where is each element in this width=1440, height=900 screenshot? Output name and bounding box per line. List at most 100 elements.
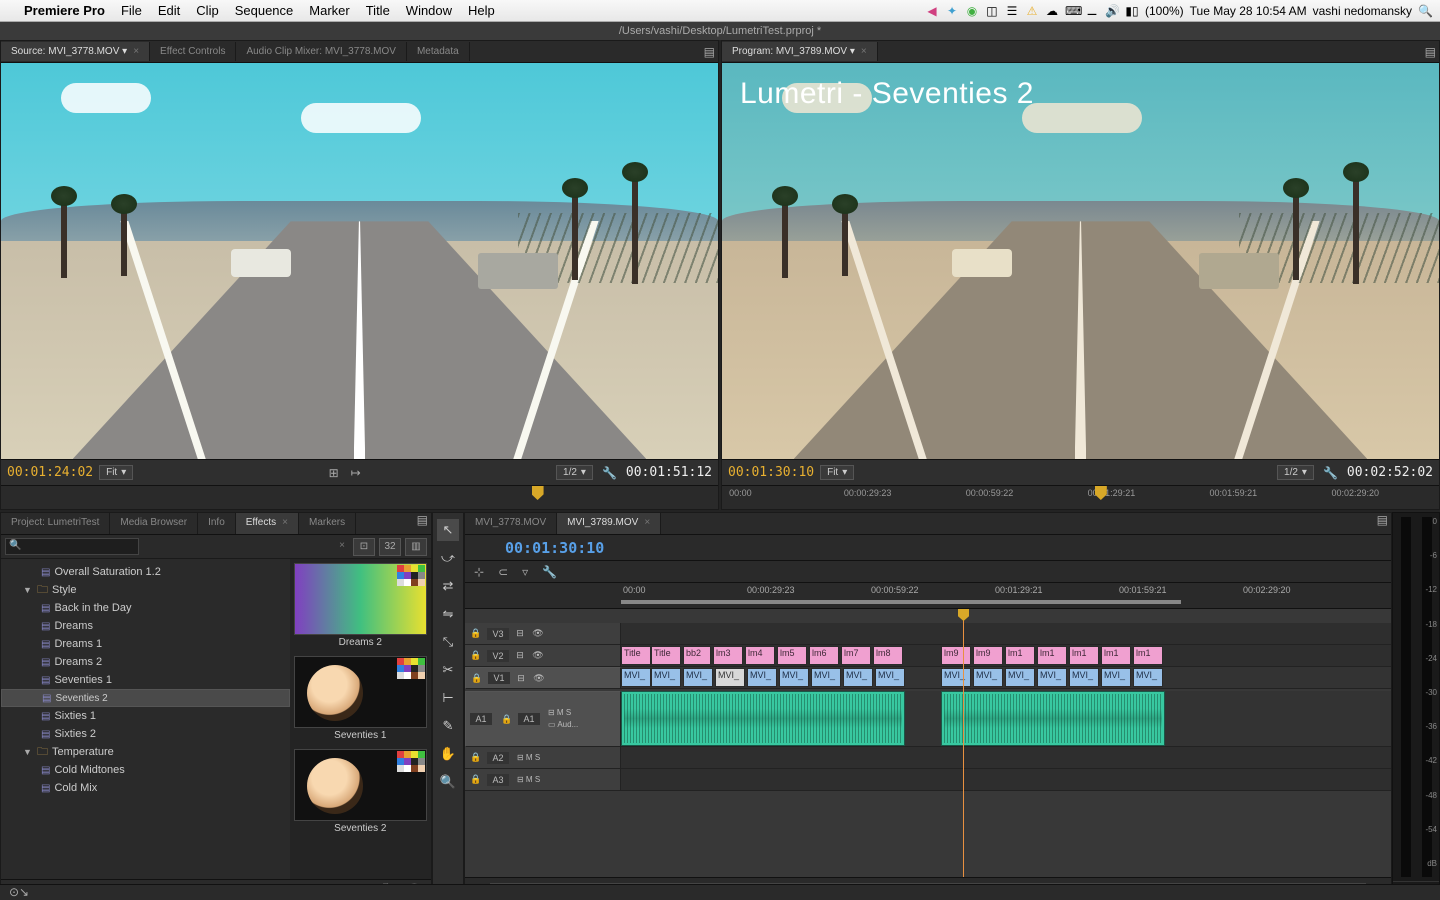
menuextra-icon[interactable]: ☰ — [1005, 4, 1019, 18]
wifi-icon[interactable]: ⚊ — [1085, 4, 1099, 18]
video-clip[interactable]: MVI_ — [651, 668, 681, 687]
video-clip[interactable]: Title — [651, 646, 681, 665]
track-name[interactable]: A1 — [518, 713, 540, 725]
marker-icon[interactable]: ▿ — [519, 565, 531, 579]
video-clip[interactable]: MVI_ — [875, 668, 905, 687]
preset-row[interactable]: ▤Cold Midtones — [1, 761, 290, 779]
user-menu[interactable]: vashi nedomansky — [1313, 4, 1412, 18]
preset-row[interactable]: ▤Overall Saturation 1.2 — [1, 563, 290, 581]
track-lane[interactable] — [621, 623, 1391, 645]
eye-icon[interactable]: 👁 — [531, 628, 545, 639]
snap-icon[interactable]: ⊹ — [471, 565, 487, 579]
zoom-select[interactable]: Fit▾ — [820, 465, 854, 480]
sync-lock-icon[interactable]: ⊟ — [514, 673, 528, 684]
video-clip[interactable]: lm4 — [745, 646, 775, 665]
pen-tool[interactable]: ✎ — [437, 715, 459, 737]
track-header[interactable]: 🔒A2⊟ M S — [465, 747, 621, 769]
menuextra-icon[interactable]: ✦ — [945, 4, 959, 18]
panel-menu-icon[interactable]: ▤ — [701, 45, 718, 59]
video-clip[interactable]: MVI_ — [1101, 668, 1131, 687]
track-lane[interactable]: MVI_MVI_MVI_MVI_MVI_MVI_MVI_MVI_MVI_MVI_… — [621, 667, 1391, 689]
disclosure-icon[interactable]: ▼ — [23, 747, 33, 757]
video-clip[interactable]: lm7 — [841, 646, 871, 665]
video-clip[interactable]: lm1 — [1037, 646, 1067, 665]
preset-preview[interactable]: Seventies 2 — [294, 749, 427, 836]
playhead[interactable] — [963, 609, 964, 877]
track-name[interactable]: V3 — [487, 628, 509, 640]
tab-effect-controls[interactable]: Effect Controls — [150, 42, 236, 61]
track-lane[interactable] — [621, 691, 1391, 747]
video-clip[interactable]: lm3 — [713, 646, 743, 665]
video-clip[interactable]: MVI_ — [1037, 668, 1067, 687]
tab-source[interactable]: Source: MVI_3778.MOV ▾× — [1, 42, 150, 61]
clear-icon[interactable]: × — [339, 540, 345, 551]
track-header[interactable]: 🔒V1⊟👁 — [465, 667, 621, 689]
lock-icon[interactable]: 🔒 — [469, 774, 483, 785]
program-ruler[interactable]: 00:00 00:00:29:23 00:00:59:22 00:01:29:2… — [722, 485, 1439, 509]
selection-tool[interactable]: ↖ — [437, 519, 459, 541]
preset-row[interactable]: ▤Dreams 2 — [1, 653, 290, 671]
audio-clip[interactable] — [621, 691, 905, 746]
tab-markers[interactable]: Markers — [299, 513, 356, 534]
track-header[interactable]: 🔒V2⊟👁 — [465, 645, 621, 667]
video-clip[interactable]: MVI_ — [1005, 668, 1035, 687]
sync-lock-icon[interactable]: ⊟ — [513, 650, 527, 661]
menu-window[interactable]: Window — [406, 3, 452, 18]
track-name[interactable]: V2 — [487, 650, 509, 662]
preset-row[interactable]: ▤Cold Mix — [1, 779, 290, 797]
menu-sequence[interactable]: Sequence — [235, 3, 294, 18]
video-clip[interactable]: lm8 — [873, 646, 903, 665]
video-clip[interactable]: MVI_ — [683, 668, 713, 687]
tab-program[interactable]: Program: MVI_3789.MOV ▾× — [722, 42, 878, 61]
resolution-select[interactable]: 1/2▾ — [556, 465, 593, 480]
close-icon[interactable]: × — [133, 46, 139, 57]
video-clip[interactable]: bb2 — [683, 646, 711, 665]
slip-tool[interactable]: ⊢ — [437, 687, 459, 709]
tab-audio-mixer[interactable]: Audio Clip Mixer: MVI_3778.MOV — [236, 42, 407, 61]
app-menu[interactable]: Premiere Pro — [24, 3, 105, 18]
preset-row[interactable]: ▤Back in the Day — [1, 599, 290, 617]
filter-fx-icon[interactable]: ⊡ — [353, 538, 375, 556]
ripple-edit-tool[interactable]: ⇄ — [437, 575, 459, 597]
track-target[interactable]: A1 — [470, 713, 492, 725]
filter-yuv-icon[interactable]: ▥ — [405, 538, 427, 556]
track-name[interactable]: V1 — [488, 672, 510, 684]
settings-icon[interactable]: ⊞ — [326, 466, 342, 480]
preset-preview[interactable]: Dreams 2 — [294, 563, 427, 650]
zoom-select[interactable]: Fit▾ — [99, 465, 133, 480]
preset-row[interactable]: ▤Sixties 1 — [1, 707, 290, 725]
video-clip[interactable]: lm6 — [809, 646, 839, 665]
video-clip[interactable]: MVI_ — [941, 668, 971, 687]
video-clip[interactable]: lm1 — [1133, 646, 1163, 665]
track-lane[interactable] — [621, 769, 1391, 791]
sequence-tab[interactable]: MVI_3778.MOV — [465, 513, 557, 534]
tab-metadata[interactable]: Metadata — [407, 42, 470, 61]
battery-icon[interactable]: ▮▯ — [1125, 4, 1139, 18]
sync-lock-icon[interactable]: ⊟ — [513, 628, 527, 639]
menu-title[interactable]: Title — [366, 3, 390, 18]
preset-row[interactable]: ▤Seventies 2 — [1, 689, 290, 707]
wrench-icon[interactable]: 🔧 — [1320, 466, 1341, 480]
video-clip[interactable]: lm1 — [1069, 646, 1099, 665]
video-clip[interactable]: MVI_ — [1133, 668, 1163, 687]
menuextra-icon[interactable]: ◀ — [925, 4, 939, 18]
video-clip[interactable]: MVI_ — [715, 668, 745, 687]
wrench-icon[interactable]: 🔧 — [599, 466, 620, 480]
track-lane[interactable]: TitleTitlebb2lm3lm4lm5lm6lm7lm8lm9lm9lm1… — [621, 645, 1391, 667]
preset-row[interactable]: ▤Seventies 1 — [1, 671, 290, 689]
track-lane[interactable] — [621, 747, 1391, 769]
timeline-timecode[interactable]: 00:01:30:10 — [505, 539, 604, 557]
video-clip[interactable]: lm1 — [1005, 646, 1035, 665]
menuextra-icon[interactable]: ◉ — [965, 4, 979, 18]
source-ruler[interactable] — [1, 485, 718, 509]
volume-icon[interactable]: 🔊 — [1105, 4, 1119, 18]
lock-icon[interactable]: 🔒 — [469, 650, 483, 661]
close-icon[interactable]: × — [282, 517, 288, 528]
lock-icon[interactable]: 🔒 — [469, 628, 483, 639]
track-header[interactable]: 🔒 V3 ⊟ 👁 — [465, 623, 621, 645]
menu-clip[interactable]: Clip — [196, 3, 218, 18]
track-header[interactable]: A1🔒A1⊟ M S▭ Aud... — [465, 691, 621, 747]
video-clip[interactable]: MVI_ — [779, 668, 809, 687]
panel-menu-icon[interactable]: ▤ — [414, 513, 431, 534]
insert-icon[interactable]: ↦ — [348, 466, 364, 480]
